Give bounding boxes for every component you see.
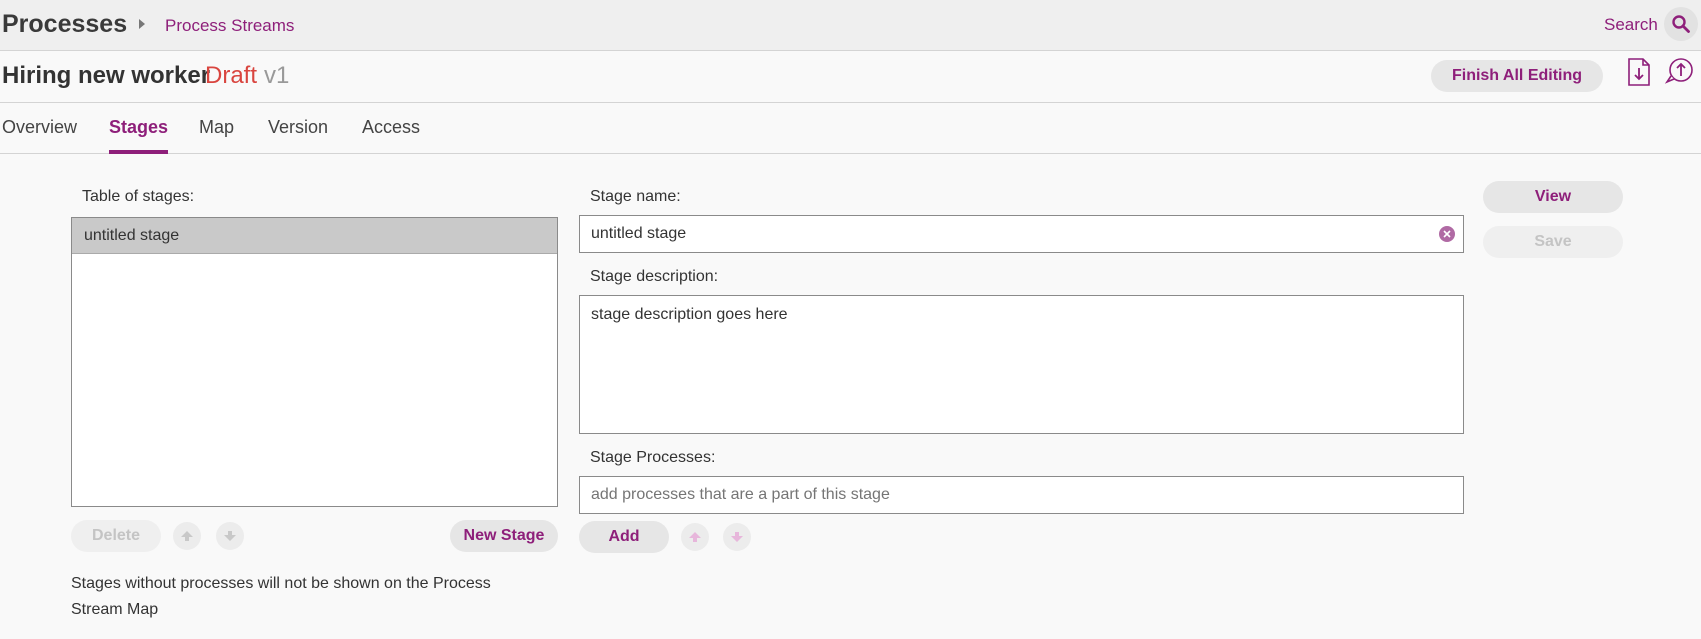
move-stage-down-button[interactable] <box>216 522 244 550</box>
arrow-up-icon <box>181 531 193 541</box>
top-bar: Processes Process Streams Search <box>0 0 1701 51</box>
search-icon <box>1672 15 1690 33</box>
stage-name-label: Stage name: <box>590 188 681 205</box>
tab-overview[interactable]: Overview <box>2 117 77 154</box>
upload-icon <box>1664 58 1693 84</box>
breadcrumb-chevron-icon <box>139 19 145 29</box>
page-title: Hiring new worker <box>2 62 211 89</box>
arrow-down-icon <box>224 531 236 541</box>
stage-name-field[interactable] <box>579 215 1464 253</box>
stage-description-field[interactable]: stage description goes here <box>579 295 1464 434</box>
arrow-down-icon <box>731 532 743 542</box>
search-label[interactable]: Search <box>1604 15 1658 35</box>
stages-list: untitled stage <box>71 217 558 507</box>
status-badge: Draft <box>205 62 258 89</box>
version-label: v1 <box>264 62 290 89</box>
tab-bar: Overview Stages Map Version Access <box>0 103 1701 154</box>
download-button[interactable] <box>1626 57 1652 92</box>
finish-all-editing-button[interactable]: Finish All Editing <box>1431 60 1603 92</box>
list-item[interactable]: untitled stage <box>72 218 557 254</box>
tab-map[interactable]: Map <box>199 117 234 154</box>
clear-icon[interactable] <box>1439 226 1455 242</box>
tab-stages[interactable]: Stages <box>109 117 169 154</box>
download-icon <box>1628 58 1650 86</box>
search-button[interactable] <box>1664 7 1698 41</box>
tab-access[interactable]: Access <box>362 117 420 154</box>
upload-button[interactable] <box>1664 57 1696 90</box>
move-process-up-button[interactable] <box>681 523 709 551</box>
stages-table-label: Table of stages: <box>82 188 195 205</box>
add-process-button[interactable]: Add <box>579 521 669 553</box>
app-title: Processes <box>2 10 128 38</box>
stages-note: Stages without processes will not be sho… <box>71 575 491 618</box>
move-stage-up-button[interactable] <box>173 522 201 550</box>
arrow-up-icon <box>689 532 701 542</box>
stage-processes-label: Stage Processes: <box>590 449 716 466</box>
stage-description-label: Stage description: <box>590 268 719 285</box>
delete-stage-button[interactable]: Delete <box>71 520 161 552</box>
view-button[interactable]: View <box>1483 181 1623 213</box>
move-process-down-button[interactable] <box>723 523 751 551</box>
stage-processes-input[interactable] <box>579 476 1464 514</box>
tab-version[interactable]: Version <box>268 117 328 154</box>
save-button[interactable]: Save <box>1483 226 1623 258</box>
new-stage-button[interactable]: New Stage <box>450 520 558 552</box>
breadcrumb-process-streams[interactable]: Process Streams <box>165 16 294 36</box>
document-header: Hiring new worker Draft v1 Finish All Ed… <box>0 51 1701 103</box>
